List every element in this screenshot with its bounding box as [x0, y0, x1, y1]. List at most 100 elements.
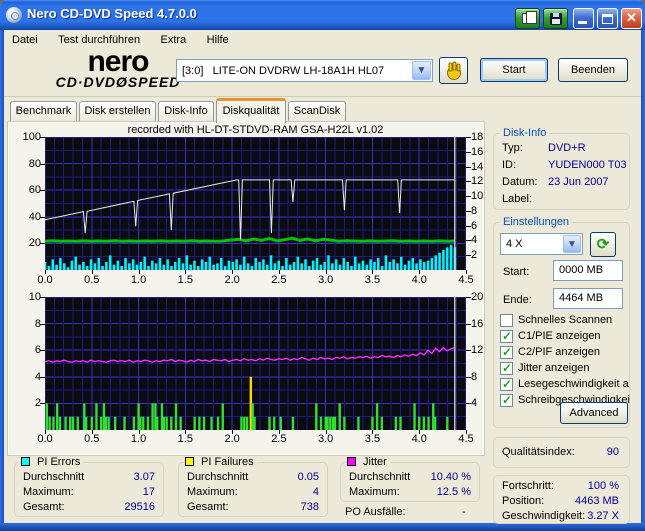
checkbox-icon[interactable]	[500, 314, 513, 327]
drive-select-value: [3:0] LITE-ON DVDRW LH-18A1H HL07	[182, 65, 385, 77]
checkbox-icon[interactable]	[500, 377, 513, 391]
avg-label: Durchschnitt	[349, 471, 411, 483]
tab-diskqualitaet[interactable]: Diskqualität	[216, 98, 286, 123]
refresh-icon: ⟳	[596, 236, 610, 253]
checkbox-schnelles-scannen[interactable]: Schnelles Scannen	[494, 313, 628, 328]
pi-failures-box: PI Failures Durchschnitt 0.05 Maximum: 4…	[178, 456, 328, 517]
po-failures-label: PO Ausfälle:	[345, 506, 406, 518]
disk-info-title: Disk-Info	[500, 127, 550, 139]
settings-title: Einstellungen	[500, 216, 573, 228]
quit-button[interactable]: Beenden	[558, 58, 628, 82]
disk-id-label: ID:	[502, 159, 517, 171]
start-pos-label: Start:	[503, 266, 530, 278]
advanced-button[interactable]: Advanced	[560, 402, 628, 424]
tab-benchmark[interactable]: Benchmark	[10, 101, 77, 122]
start-button[interactable]: Start	[480, 58, 548, 82]
checkbox-icon[interactable]	[500, 345, 513, 359]
total-value: 29516	[124, 501, 155, 513]
total-label: Gesamt:	[187, 501, 229, 513]
quality-index-box: Qualitätsindex: 90	[493, 437, 630, 468]
checkbox-icon[interactable]	[500, 361, 513, 375]
max-value: 4	[312, 486, 319, 498]
eject-disc-button[interactable]	[439, 57, 468, 84]
progress-box: Fortschritt: 100 % Position: 4463 MB Ges…	[493, 475, 630, 524]
menu-extra[interactable]: Extra	[153, 32, 195, 46]
chevron-down-icon[interactable]: ▼	[412, 61, 431, 80]
end-pos-label: Ende:	[503, 294, 532, 306]
minimize-icon	[578, 21, 587, 24]
progress-label: Fortschritt:	[502, 480, 554, 492]
titlebar[interactable]: Nero CD-DVD Speed 4.7.0.0 ✕	[0, 0, 645, 30]
tab-disk-erstellen[interactable]: Disk erstellen	[79, 101, 156, 122]
jitter-title: Jitter	[347, 456, 390, 468]
copy-icon	[522, 11, 537, 24]
tab-scandisk[interactable]: ScanDisk	[288, 101, 346, 122]
checkbox-label: Schnelles Scannen	[518, 314, 613, 326]
chevron-down-icon[interactable]: ▼	[563, 235, 581, 253]
menu-hilfe[interactable]: Hilfe	[199, 32, 237, 46]
speed-select-value: 4 X	[506, 238, 523, 250]
minimize-button[interactable]	[573, 8, 594, 29]
chart-title: recorded with HL-DT-STDVD-RAM GSA-H22L v…	[127, 124, 384, 136]
floppy-save-icon	[550, 13, 562, 25]
pi-errors-box: PI Errors Durchschnitt 3.07 Maximum: 17 …	[14, 456, 164, 517]
position-value: 4463 MB	[574, 495, 619, 507]
disk-id-value: YUDEN000 T03	[548, 159, 627, 171]
checkbox-c1-pie[interactable]: C1/PIE anzeigen	[494, 329, 628, 344]
checkbox-icon[interactable]	[500, 329, 513, 343]
window-border-left	[0, 30, 4, 523]
checkbox-lesegeschwindigkeit[interactable]: Lesegeschwindigkeit a	[494, 377, 629, 392]
avg-value: 3.07	[133, 471, 155, 483]
window-border-right	[641, 30, 645, 523]
refresh-button[interactable]: ⟳	[590, 232, 616, 257]
checkbox-label: C2/PIF anzeigen	[518, 346, 600, 358]
pi-errors-title: PI Errors	[21, 456, 84, 468]
end-pos-input[interactable]: 4464 MB	[553, 288, 623, 309]
checkbox-jitter[interactable]: Jitter anzeigen	[494, 361, 628, 376]
disk-type-label: Typ:	[502, 142, 523, 154]
speed-label: Geschwindigkeit:	[502, 510, 586, 522]
disk-label-label: Label:	[502, 193, 532, 205]
drive-select[interactable]: [3:0] LITE-ON DVDRW LH-18A1H HL07 ▼	[176, 59, 433, 82]
window-title: Nero CD-DVD Speed 4.7.0.0	[27, 6, 197, 21]
quality-index-value: 90	[606, 446, 619, 458]
start-pos-input[interactable]: 0000 MB	[553, 260, 623, 281]
disk-date-value: 23 Jun 2007	[548, 176, 609, 188]
menu-datei[interactable]: Datei	[4, 32, 46, 46]
app-window: Nero CD-DVD Speed 4.7.0.0 ✕ Datei Test d…	[0, 0, 645, 531]
disk-date-label: Datum:	[502, 176, 538, 188]
total-value: 738	[300, 501, 319, 513]
speed-value: 3.27 X	[587, 510, 619, 522]
avg-label: Durchschnitt	[187, 471, 249, 483]
max-label: Maximum:	[349, 486, 400, 498]
pi-errors-legend-swatch	[21, 457, 30, 466]
grid	[45, 297, 466, 430]
copy-chart-button[interactable]	[515, 8, 540, 29]
checkbox-icon[interactable]	[500, 393, 513, 407]
checkbox-c2-pif[interactable]: C2/PIF anzeigen	[494, 345, 628, 360]
close-button[interactable]: ✕	[621, 8, 642, 29]
pi-errors-chart	[45, 137, 466, 270]
quality-index-label: Qualitätsindex:	[502, 446, 575, 458]
avg-value: 0.05	[297, 471, 319, 483]
maximize-button[interactable]	[597, 8, 618, 29]
checkbox-label: C1/PIE anzeigen	[518, 330, 601, 342]
jitter-box: Jitter Durchschnitt 10.40 % Maximum: 12.…	[340, 456, 480, 502]
speed-select[interactable]: 4 X ▼	[500, 233, 583, 255]
menu-test-durchfuehren[interactable]: Test durchführen	[50, 32, 148, 46]
po-failures-value: -	[462, 506, 466, 518]
pi-errors-title-text: PI Errors	[37, 456, 81, 468]
save-chart-button[interactable]	[543, 8, 568, 29]
app-cd-icon	[6, 7, 22, 23]
pi-failures-title: PI Failures	[185, 456, 257, 468]
maximize-icon	[602, 14, 613, 24]
burn-hand-icon	[446, 61, 461, 80]
disk-type-value: DVD+R	[548, 142, 586, 154]
grid	[45, 137, 466, 270]
avg-label: Durchschnitt	[23, 471, 85, 483]
max-label: Maximum:	[23, 486, 74, 498]
checkbox-label: Jitter anzeigen	[518, 362, 590, 374]
disk-info-box: Disk-Info Typ: DVD+R ID: YUDEN000 T03 Da…	[493, 127, 630, 210]
tab-disk-info[interactable]: Disk-Info	[158, 101, 214, 122]
total-label: Gesamt:	[23, 501, 65, 513]
